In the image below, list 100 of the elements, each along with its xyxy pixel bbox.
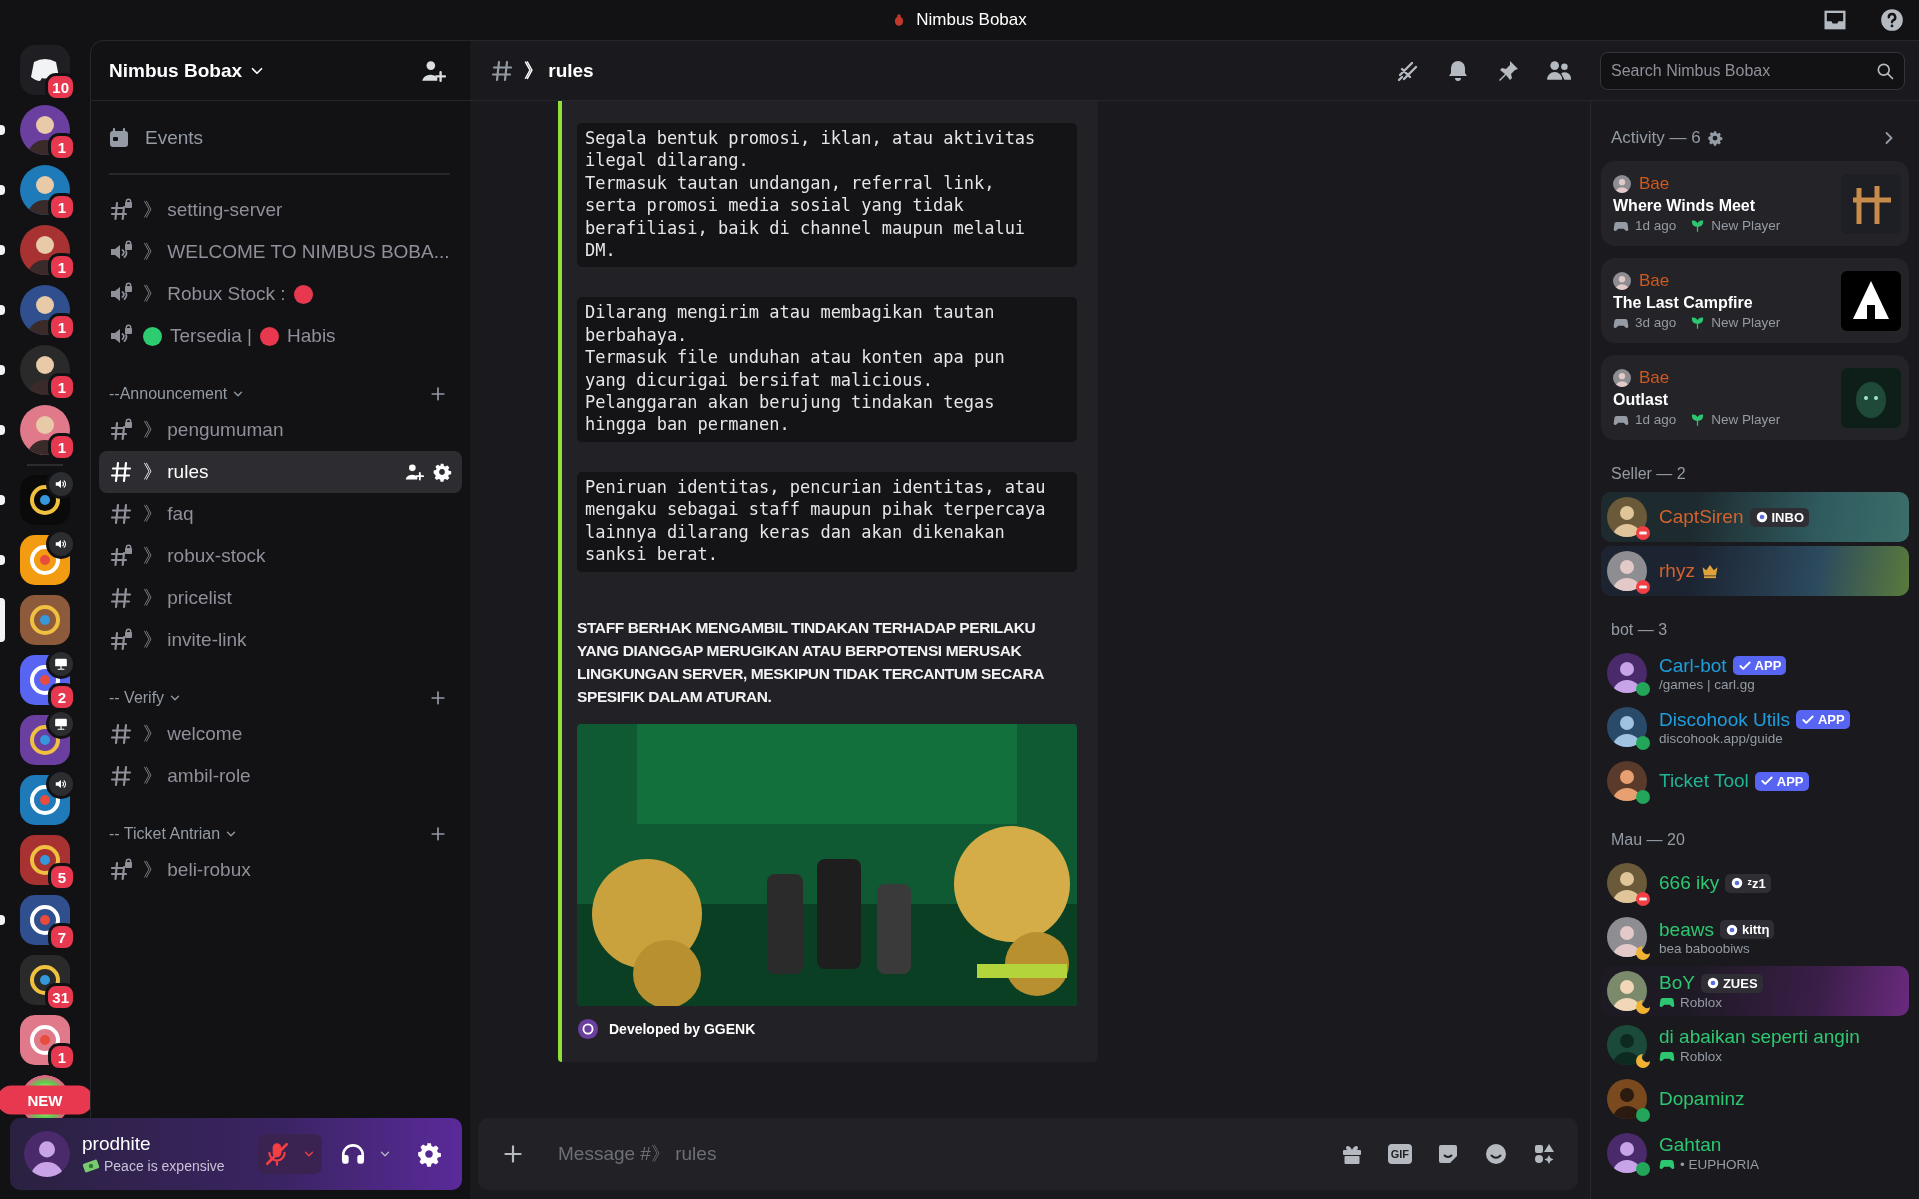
unread-badge: 1 [48,373,76,401]
member-row[interactable]: Ticket Tool APP [1601,756,1909,806]
member-row[interactable]: di abaikan seperti angin Roblox [1601,1020,1909,1070]
server-icon[interactable] [20,595,70,645]
message-field[interactable]: Message #》 rules [556,1142,1310,1166]
avatar [1607,497,1647,537]
channel-item[interactable]: 》 pricelist [99,577,462,619]
unread-badge: 5 [48,863,76,891]
hash-icon [109,764,133,788]
gif-button[interactable]: GIF [1387,1144,1412,1164]
member-row[interactable]: Carl-bot APP /games | carl.gg [1601,648,1909,698]
member-subtitle: bea baboobiws [1659,940,1750,956]
activity-tag: New Player [1711,218,1781,233]
code-block: Peniruan identitas, pencurian identitas, atau mengaku sebagai staff maupun pihak terpercaya lainnya dilarang keras dan akan dikenakan sanksi berat. [577,471,1077,572]
emoji-icon[interactable] [1484,1142,1508,1166]
channel-item[interactable]: 》 invite-link [99,619,462,661]
server-icon[interactable]: NEW [0,1075,90,1118]
member-row[interactable]: Gahtan • EUPHORIA [1601,1128,1909,1178]
tag-label: INBO [1771,509,1804,525]
settings-icon[interactable] [1706,130,1723,146]
category-header[interactable]: --Announcement [109,385,246,403]
hash-icon [109,586,133,610]
member-name: Dopaminz [1659,1088,1745,1110]
footer-logo-icon [577,1017,599,1040]
code-block: Dilarang mengirim atau membagikan tautan berbahaya. Termasuk file unduhan atau konten apa pun yang dicurigai bersifat malicious. Pelanggaran akan berujung tindakan tegas hingga ban permanen. [577,297,1077,442]
avatar [1607,653,1647,693]
bell-icon[interactable] [1446,58,1470,83]
channel-item[interactable]: 》 WELCOME TO NIMBUS BOBA... [99,231,462,273]
activity-time: 1d ago [1635,412,1677,427]
member-name: Discohook Utils [1659,708,1790,731]
embed-footer: Developed by GGENK [609,1020,756,1037]
avatar [1613,174,1631,193]
channel-name: 》 Robux Stock : [143,282,286,306]
member-row[interactable]: 666 iky ᶻz1 [1601,858,1909,908]
search-field[interactable]: Search Nimbus Bobax [1600,51,1905,90]
hash-icon [109,460,133,484]
settings-icon[interactable] [432,462,452,482]
help-icon[interactable] [1879,7,1905,33]
channel-item[interactable]: 》 setting-server [99,189,462,231]
channel-item[interactable]: 》 pengumuman [99,409,462,451]
unread-badge: 10 [45,73,76,101]
member-row[interactable]: Discohook Utils APP discohook.app/guide [1601,702,1909,752]
window-title: Nimbus Bobax [916,10,1027,30]
emblem-icon [1724,922,1739,937]
member-row[interactable]: Dopaminz [1601,1074,1909,1124]
sticker-icon[interactable] [1436,1142,1460,1166]
tag-label: APP [1817,712,1845,727]
sprout-icon [1690,412,1706,427]
events-item[interactable]: Events [99,117,462,159]
member-subtitle: Roblox [1680,1048,1723,1064]
avatar [1607,1133,1647,1173]
group-header: Mau — 20 [1610,830,1686,850]
hash-icon [490,58,514,83]
member-name: 666 iky [1659,872,1720,894]
locked-hash-icon [109,198,133,222]
unread-badge: 1 [48,313,76,341]
channel-item[interactable]: 》 beli-robux [99,849,462,891]
activity-card[interactable]: Bae The Last Campfire 3d ago New Player [1601,258,1909,343]
tag-label: ᶻz1 [1747,875,1766,891]
member-banner-row[interactable]: BoY ZUES Roblox [1601,966,1909,1016]
category-header[interactable]: -- Ticket Antrian [109,825,239,843]
channel-item[interactable]: 》 rules [99,451,462,493]
custom-status: Peace is expensive [104,1158,225,1174]
member-subtitle: Roblox [1680,994,1723,1010]
channel-name: 》 WELCOME TO NIMBUS BOBA... [143,240,450,264]
member-banner-row[interactable]: rhyz [1601,546,1909,596]
group-header: bot — 3 [1610,620,1669,640]
game-title: Where Winds Meet [1613,196,1757,215]
unread-badge: 31 [45,983,76,1011]
channel-item[interactable]: 》 ambil-role [99,755,462,797]
activity-card[interactable]: Bae Outlast 1d ago New Player [1601,355,1909,440]
avatar [1613,368,1631,387]
activity-tag: New Player [1711,412,1781,427]
channel-item[interactable]: 》 Robux Stock : [99,273,462,315]
category-header[interactable]: -- Verify [109,689,183,707]
hash-icon [109,722,133,746]
tag-label: kittη [1741,922,1770,937]
tag-label: ZUES [1722,975,1758,991]
member-row[interactable]: beaws kittη bea baboobiws [1601,912,1909,962]
check-icon [1759,774,1774,788]
hash-icon [109,502,133,526]
avatar [1607,707,1647,747]
activity-tag: New Player [1711,315,1781,330]
avatar [1607,1025,1647,1065]
microphone-icon [264,1141,290,1167]
activity-card[interactable]: Bae Where Winds Meet 1d ago New Player [1601,161,1909,246]
member-name: rhyz [1659,560,1695,582]
channel-name: 》 pengumuman [143,418,284,442]
unread-badge: 1 [48,433,76,461]
invite-icon[interactable] [404,462,424,482]
server-menu[interactable]: Nimbus Bobax [109,59,267,82]
channel-item[interactable]: 》 faq [99,493,462,535]
channel-item[interactable]: Tersedia | Habis [99,315,462,357]
channel-item[interactable]: 》 robux-stock [99,535,462,577]
unread-badge: 2 [48,683,76,711]
member-banner-row[interactable]: CaptSiren INBO [1601,492,1909,542]
emblem-icon [1754,510,1769,524]
tag-label: APP [1754,658,1782,673]
apps-icon[interactable] [1532,1142,1556,1166]
channel-item[interactable]: 》 welcome [99,713,462,755]
